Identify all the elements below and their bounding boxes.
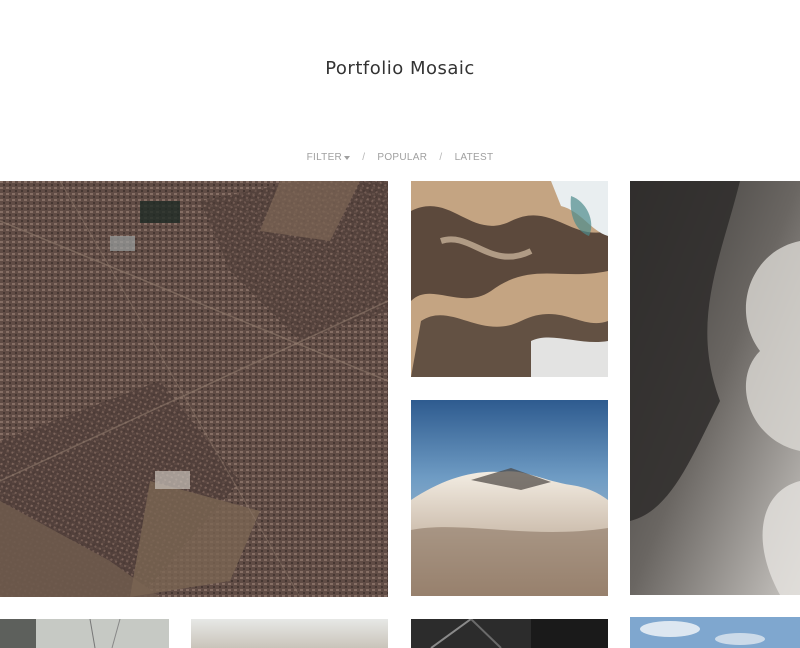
gallery-tile-storm-clouds[interactable] [630,181,800,595]
filter-bar: FILTER / POPULAR / LATEST [0,152,800,163]
hazy-horizon-image [191,619,388,648]
gallery-tile-aerial-city[interactable] [0,181,388,597]
page-title: Portfolio Mosaic [325,58,475,79]
portfolio-page: Portfolio Mosaic FILTER / POPULAR / LATE… [0,0,800,648]
aerial-terrain-image [411,181,608,377]
filter-separator: / [362,152,366,164]
gallery-tile-power-lines[interactable] [0,619,169,648]
mountain-clouds-image [411,400,608,596]
blue-sky-image [630,617,800,648]
filter-label: FILTER [306,152,343,163]
storm-clouds-image [630,181,800,595]
filter-dropdown[interactable]: FILTER [307,152,351,163]
aerial-city-image [0,181,388,597]
gallery-tile-hazy-horizon[interactable] [191,619,388,648]
gallery-tile-mountain-clouds[interactable] [411,400,608,596]
filter-separator: / [439,152,443,164]
gallery-tile-aerial-terrain[interactable] [411,181,608,377]
dark-structure-image [411,619,608,648]
power-lines-image [0,619,169,648]
caret-down-icon [344,155,351,160]
filter-latest-link[interactable]: LATEST [455,152,494,163]
filter-popular-link[interactable]: POPULAR [377,152,427,163]
gallery-tile-blue-sky[interactable] [630,617,800,648]
gallery-tile-dark-structure[interactable] [411,619,608,648]
